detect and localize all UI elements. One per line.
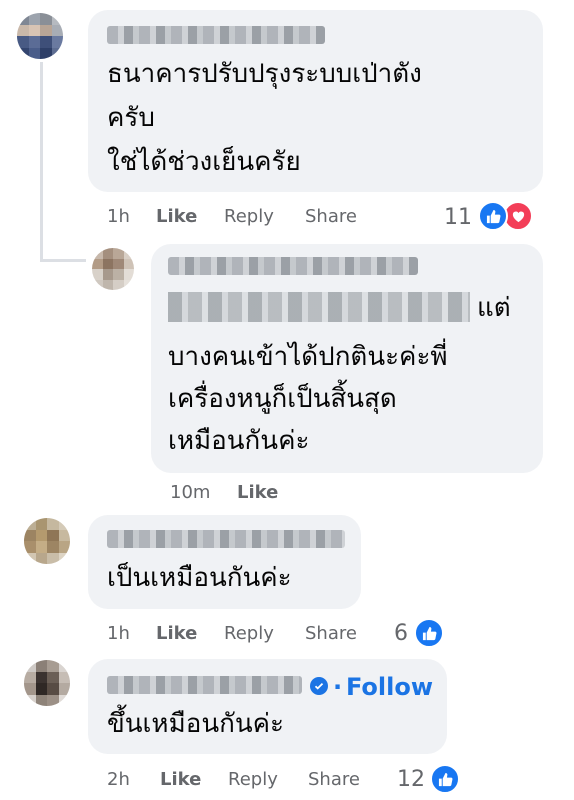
comment-text-line: แต่ (477, 293, 511, 323)
comment-text-line: บางคนเข้าได้ปกตินะค่ะพี่ (168, 342, 448, 372)
follow-separator: · (333, 673, 343, 701)
verified-badge-icon (310, 677, 328, 695)
like-icon[interactable] (414, 618, 444, 648)
comment-text-line: เครื่องหนูก็เป็นสิ้นสุด (168, 384, 397, 414)
avatar[interactable] (92, 248, 134, 290)
like-button[interactable]: Like (156, 206, 197, 227)
avatar[interactable] (17, 13, 63, 59)
comment-text-line: ขึ้นเหมือนกันค่ะ (107, 709, 284, 739)
avatar[interactable] (24, 660, 70, 706)
comment-text-line: เป็นเหมือนกันค่ะ (107, 563, 292, 593)
timestamp[interactable]: 1h (107, 623, 130, 644)
comment-text-line: ครับ (107, 103, 155, 133)
like-button[interactable]: Like (160, 769, 201, 790)
redacted-text (168, 292, 470, 322)
share-button[interactable]: Share (305, 623, 357, 644)
reaction-count[interactable]: 12 (397, 767, 425, 792)
author-name[interactable] (168, 257, 418, 275)
share-button[interactable]: Share (305, 206, 357, 227)
reply-button[interactable]: Reply (228, 769, 278, 790)
comment-text-line: ใช่ได้ช่วงเย็นครัย (107, 147, 301, 177)
author-name[interactable] (107, 676, 302, 694)
like-icon[interactable] (430, 764, 460, 794)
thread-line (40, 62, 43, 262)
like-button[interactable]: Like (237, 482, 278, 503)
comment-text-line: ธนาคารปรับปรุงระบบเป่าตัง (107, 59, 422, 89)
share-button[interactable]: Share (308, 769, 360, 790)
avatar[interactable] (24, 518, 70, 564)
thread-line-branch (40, 259, 86, 262)
reply-button[interactable]: Reply (224, 623, 274, 644)
like-button[interactable]: Like (156, 623, 197, 644)
like-icon[interactable] (478, 201, 508, 231)
follow-button[interactable]: Follow (346, 673, 433, 701)
timestamp[interactable]: 10m (170, 482, 210, 503)
comment-text-line: เหมือนกันค่ะ (168, 426, 310, 456)
author-name[interactable] (107, 26, 325, 44)
reply-button[interactable]: Reply (224, 206, 274, 227)
author-name[interactable] (107, 530, 345, 548)
timestamp[interactable]: 2h (107, 769, 130, 790)
reaction-count[interactable]: 6 (394, 621, 408, 646)
reaction-count[interactable]: 11 (444, 205, 472, 230)
timestamp[interactable]: 1h (107, 206, 130, 227)
